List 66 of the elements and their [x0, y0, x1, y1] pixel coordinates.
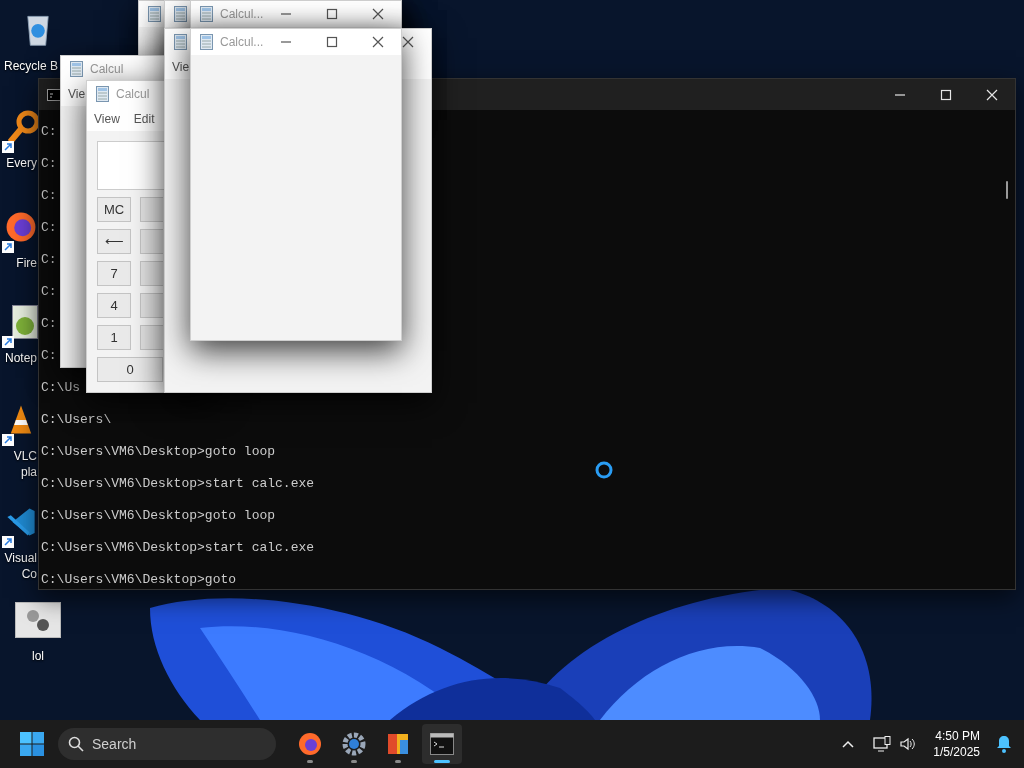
search-icon: [68, 736, 84, 752]
terminal-icon: [47, 88, 61, 101]
desktop-icon-label[interactable]: Co: [21, 566, 37, 582]
desktop-icon-label[interactable]: Recycle B: [3, 58, 58, 74]
network-monitor-icon[interactable]: [873, 736, 892, 752]
menu-item[interactable]: View: [94, 110, 120, 128]
menu-item[interactable]: Edit: [133, 110, 155, 128]
magnifier-icon: [8, 110, 38, 144]
console-line: C:\Users\VM6\Desktop>goto loop: [41, 443, 276, 461]
console-line: C:\Users\: [41, 411, 112, 429]
console-line: C:: [41, 123, 57, 141]
terminal-icon: [430, 733, 454, 755]
calculator-key[interactable]: 7: [97, 261, 131, 286]
menu-item[interactable]: Vie: [68, 85, 86, 103]
close-icon: [372, 8, 384, 20]
window-title: Calcul: [116, 86, 150, 103]
desktop-icon-label[interactable]: Every: [6, 155, 37, 171]
desktop-icon-label[interactable]: Notep: [4, 350, 37, 366]
maximize-icon: [326, 8, 338, 20]
notepad-icon: [12, 305, 38, 339]
console-line: C:\Users\VM6\Desktop>start calc.exe: [41, 539, 315, 557]
running-indicator: [351, 760, 357, 763]
console-line: C:\Users\VM6\Desktop>goto: [41, 571, 237, 589]
calculator-key[interactable]: 0: [97, 357, 163, 382]
close-icon: [402, 36, 414, 48]
window-title: Calcul: [90, 61, 124, 78]
calculator-key[interactable]: MC: [97, 197, 131, 222]
search-input[interactable]: Search: [92, 733, 252, 755]
search-field[interactable]: Search: [58, 728, 276, 760]
menu-item[interactable]: Vie: [172, 58, 190, 76]
maximize-icon: [940, 88, 952, 101]
console-line: C:: [41, 187, 57, 205]
windows-logo-icon: [20, 732, 44, 756]
console-line: C:: [41, 283, 57, 301]
running-indicator: [307, 760, 313, 763]
console-line: C:: [41, 219, 57, 237]
console-line: C:\Users\VM6\Desktop>start calc.exe: [41, 475, 315, 493]
clock-button[interactable]: 4:50 PM 1/5/2025: [933, 728, 980, 760]
close-icon: [372, 36, 384, 48]
running-indicator: [434, 760, 450, 763]
desktop-icon-label[interactable]: pla: [21, 464, 37, 480]
window-title: Calcul...: [220, 34, 264, 51]
desktop-icon-label[interactable]: Visual: [4, 550, 37, 566]
bell-icon[interactable]: [996, 735, 1012, 753]
console-line: C:\Users\VM6\Desktop>goto loop: [41, 507, 276, 525]
running-indicator: [395, 760, 401, 763]
calculator-key[interactable]: 4: [97, 293, 131, 318]
speaker-icon[interactable]: [899, 736, 916, 752]
desktop-icon-label[interactable]: Fire: [16, 255, 37, 271]
taskbar-app-button[interactable]: [422, 724, 462, 764]
busy-cursor-icon: [594, 460, 614, 480]
scrollbar-thumb[interactable]: [1006, 181, 1008, 199]
console-line: C:: [41, 155, 57, 173]
calculator-key[interactable]: ⟵: [97, 229, 131, 254]
window-title: Calcul...: [220, 6, 264, 23]
desktop-icon-label[interactable]: lol: [32, 648, 44, 664]
console-line: C:: [41, 251, 57, 269]
desktop-icon-label[interactable]: VLC: [13, 448, 37, 464]
gear-icon: [342, 732, 366, 756]
console-line: C:: [41, 315, 57, 333]
console-line: C:: [41, 347, 57, 365]
close-icon: [986, 88, 998, 101]
gears-icon: [15, 602, 61, 638]
maximize-icon: [326, 36, 338, 48]
calculator-key[interactable]: 1: [97, 325, 131, 350]
console-line: C:\Us: [41, 379, 80, 397]
